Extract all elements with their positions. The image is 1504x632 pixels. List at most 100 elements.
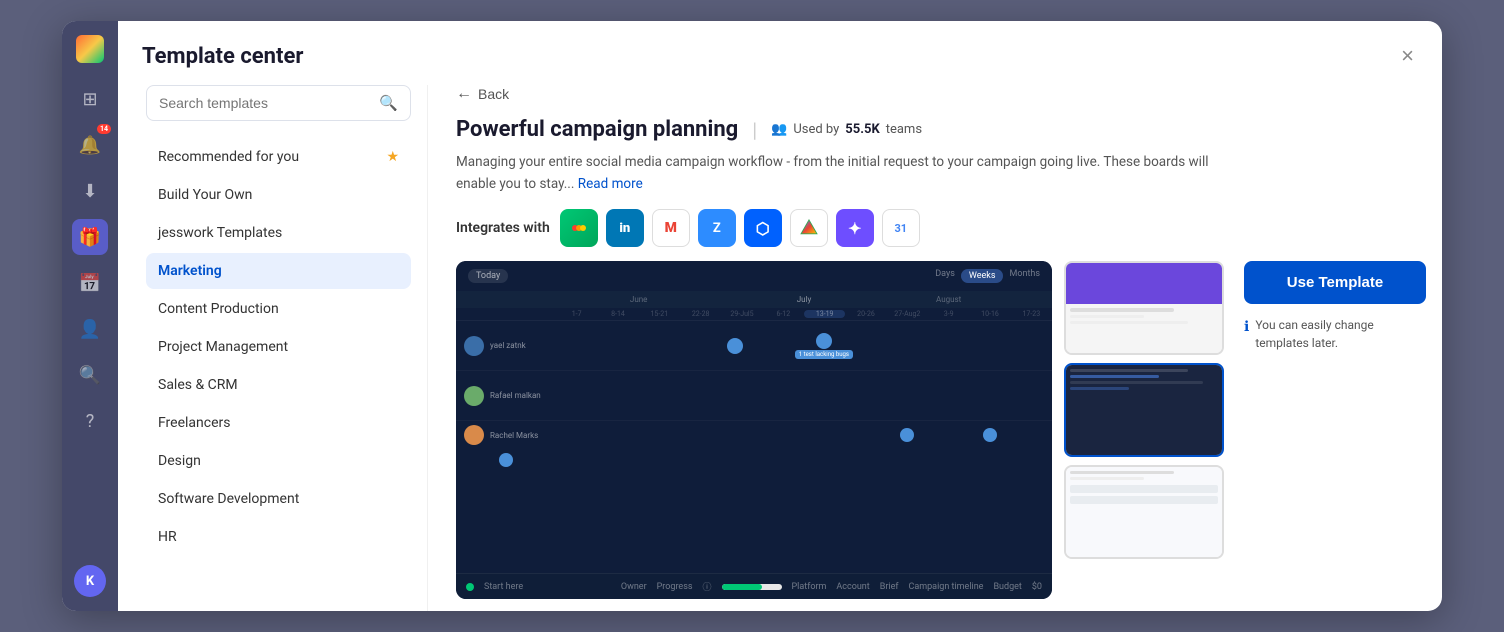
info-icon: ℹ bbox=[1244, 317, 1249, 338]
nav-search-icon[interactable]: 🔍 bbox=[72, 357, 108, 393]
thumbnail-3[interactable] bbox=[1064, 465, 1224, 559]
usage-badge: 👥 Used by 55.5K teams bbox=[771, 122, 922, 137]
col-budget-value: $0 bbox=[1032, 582, 1042, 592]
gantt-months-row: name June July August bbox=[456, 291, 1052, 308]
gantt-days-label: Days bbox=[935, 269, 955, 283]
avatar-yael bbox=[464, 336, 484, 356]
search-input[interactable] bbox=[159, 95, 379, 111]
sidebar-item-label: jesswork Templates bbox=[158, 225, 282, 241]
sidebar-item-freelancers[interactable]: Freelancers bbox=[146, 405, 411, 441]
col-info: ⓘ bbox=[702, 580, 711, 593]
integration-custom: ✦ bbox=[836, 209, 874, 247]
template-description: Managing your entire social media campai… bbox=[456, 152, 1236, 195]
integration-gdrive bbox=[790, 209, 828, 247]
gantt-months-label: Months bbox=[1009, 269, 1040, 283]
star-icon: ★ bbox=[386, 149, 399, 165]
gantt-footer: Start here Owner Progress ⓘ Platform Acc… bbox=[456, 573, 1052, 599]
sidebar-item-label: Content Production bbox=[158, 301, 279, 317]
gantt-row-2: Rafael malkan bbox=[456, 371, 1052, 421]
sidebar-item-hr[interactable]: HR bbox=[146, 519, 411, 555]
integration-monday bbox=[560, 209, 598, 247]
modal-title: Template center bbox=[142, 44, 303, 69]
nav-bell-icon[interactable]: 🔔 14 bbox=[72, 127, 108, 163]
integrates-label: Integrates with bbox=[456, 220, 550, 236]
integration-linkedin: in bbox=[606, 209, 644, 247]
search-box[interactable]: 🔍 bbox=[146, 85, 411, 121]
modal-body: 🔍 Recommended for you ★ Build Your Own j… bbox=[118, 71, 1442, 611]
avatar-rafael bbox=[464, 386, 484, 406]
usage-suffix: teams bbox=[886, 122, 922, 137]
col-budget: Budget bbox=[993, 582, 1021, 592]
read-more-link[interactable]: Read more bbox=[578, 176, 643, 192]
back-arrow-icon: ← bbox=[456, 85, 472, 103]
nav-calendar-icon[interactable]: 📅 bbox=[72, 265, 108, 301]
app-sidebar: ⊞ 🔔 14 ⬇ 🎁 📅 👤 🔍 ? K bbox=[62, 21, 118, 611]
integration-calendar: 31 bbox=[882, 209, 920, 247]
start-here-label: Start here bbox=[484, 582, 523, 592]
nav-download-icon[interactable]: ⬇ bbox=[72, 173, 108, 209]
name-rachel: Rachel Marks bbox=[490, 431, 538, 440]
thumbnail-2[interactable] bbox=[1064, 363, 1224, 457]
sidebar-item-content[interactable]: Content Production bbox=[146, 291, 411, 327]
template-thumbnails bbox=[1064, 261, 1224, 599]
change-note-text: You can easily change templates later. bbox=[1255, 316, 1426, 352]
back-button[interactable]: ← Back bbox=[456, 85, 1426, 103]
integration-zoom: Z bbox=[698, 209, 736, 247]
avatar-rachel bbox=[464, 425, 484, 445]
sidebar-item-sales[interactable]: Sales & CRM bbox=[146, 367, 411, 403]
modal-wrapper: ⊞ 🔔 14 ⬇ 🎁 📅 👤 🔍 ? K Template center × bbox=[62, 21, 1442, 611]
start-dot bbox=[466, 583, 474, 591]
main-preview: Today Days Weeks Months name June bbox=[456, 261, 1052, 599]
change-note: ℹ You can easily change templates later. bbox=[1244, 316, 1426, 352]
integrates-row: Integrates with in M Z ⬡ bbox=[456, 209, 1426, 247]
col-progress: Progress bbox=[657, 582, 693, 592]
col-brief: Brief bbox=[880, 582, 899, 592]
nav-grid-icon[interactable]: ⊞ bbox=[72, 81, 108, 117]
usage-icon: 👥 bbox=[771, 122, 787, 137]
col-platform: Platform bbox=[792, 582, 827, 592]
col-timeline: Campaign timeline bbox=[908, 582, 983, 592]
nav-question-icon[interactable]: ? bbox=[72, 403, 108, 439]
nav-gift-icon[interactable]: 🎁 bbox=[72, 219, 108, 255]
gantt-toolbar: Today Days Weeks Months bbox=[456, 261, 1052, 291]
thumbnail-1[interactable] bbox=[1064, 261, 1224, 355]
sidebar-item-design[interactable]: Design bbox=[146, 443, 411, 479]
gantt-row-3: Rachel Marks bbox=[456, 421, 1052, 471]
col-account: Account bbox=[836, 582, 869, 592]
sidebar-item-label: Project Management bbox=[158, 339, 288, 355]
title-divider: | bbox=[752, 118, 757, 142]
usage-text: Used by bbox=[793, 122, 839, 137]
integration-dropbox: ⬡ bbox=[744, 209, 782, 247]
integration-gmail: M bbox=[652, 209, 690, 247]
sidebar-item-software[interactable]: Software Development bbox=[146, 481, 411, 517]
main-area: ← Back Powerful campaign planning | 👥 Us… bbox=[428, 85, 1442, 611]
template-title: Powerful campaign planning bbox=[456, 117, 738, 142]
sidebar-item-project[interactable]: Project Management bbox=[146, 329, 411, 365]
app-logo bbox=[76, 35, 104, 63]
gantt-weeks-row: 1-7 8-14 15-21 22-28 29-Jul5 6-12 13-19 … bbox=[456, 308, 1052, 321]
modal-content: Template center × 🔍 Recommended for you … bbox=[118, 21, 1442, 611]
sidebar-item-jesswork[interactable]: jesswork Templates bbox=[146, 215, 411, 251]
preview-section: Today Days Weeks Months name June bbox=[456, 261, 1426, 599]
sidebar-item-label: Design bbox=[158, 453, 201, 469]
sidebar-item-build[interactable]: Build Your Own bbox=[146, 177, 411, 213]
close-button[interactable]: × bbox=[1397, 41, 1418, 71]
name-yael: yael zatnk bbox=[490, 341, 526, 350]
gantt-weeks-label: Weeks bbox=[961, 269, 1004, 283]
user-avatar[interactable]: K bbox=[74, 565, 106, 597]
sidebar-item-label: Marketing bbox=[158, 263, 222, 279]
sidebar-item-label: Software Development bbox=[158, 491, 299, 507]
sidebar-item-label: Recommended for you bbox=[158, 149, 299, 165]
search-icon: 🔍 bbox=[379, 94, 398, 112]
template-header: Powerful campaign planning | 👥 Used by 5… bbox=[456, 117, 1426, 142]
use-template-button[interactable]: Use Template bbox=[1244, 261, 1426, 304]
sidebar-item-recommended[interactable]: Recommended for you ★ bbox=[146, 139, 411, 175]
gantt-today-pill: Today bbox=[468, 269, 508, 283]
template-sidebar: 🔍 Recommended for you ★ Build Your Own j… bbox=[118, 85, 428, 611]
sidebar-item-marketing[interactable]: Marketing bbox=[146, 253, 411, 289]
nav-person-icon[interactable]: 👤 bbox=[72, 311, 108, 347]
sidebar-item-label: HR bbox=[158, 529, 177, 545]
sidebar-item-label: Freelancers bbox=[158, 415, 231, 431]
bell-badge: 14 bbox=[97, 124, 111, 134]
back-label: Back bbox=[478, 86, 509, 102]
